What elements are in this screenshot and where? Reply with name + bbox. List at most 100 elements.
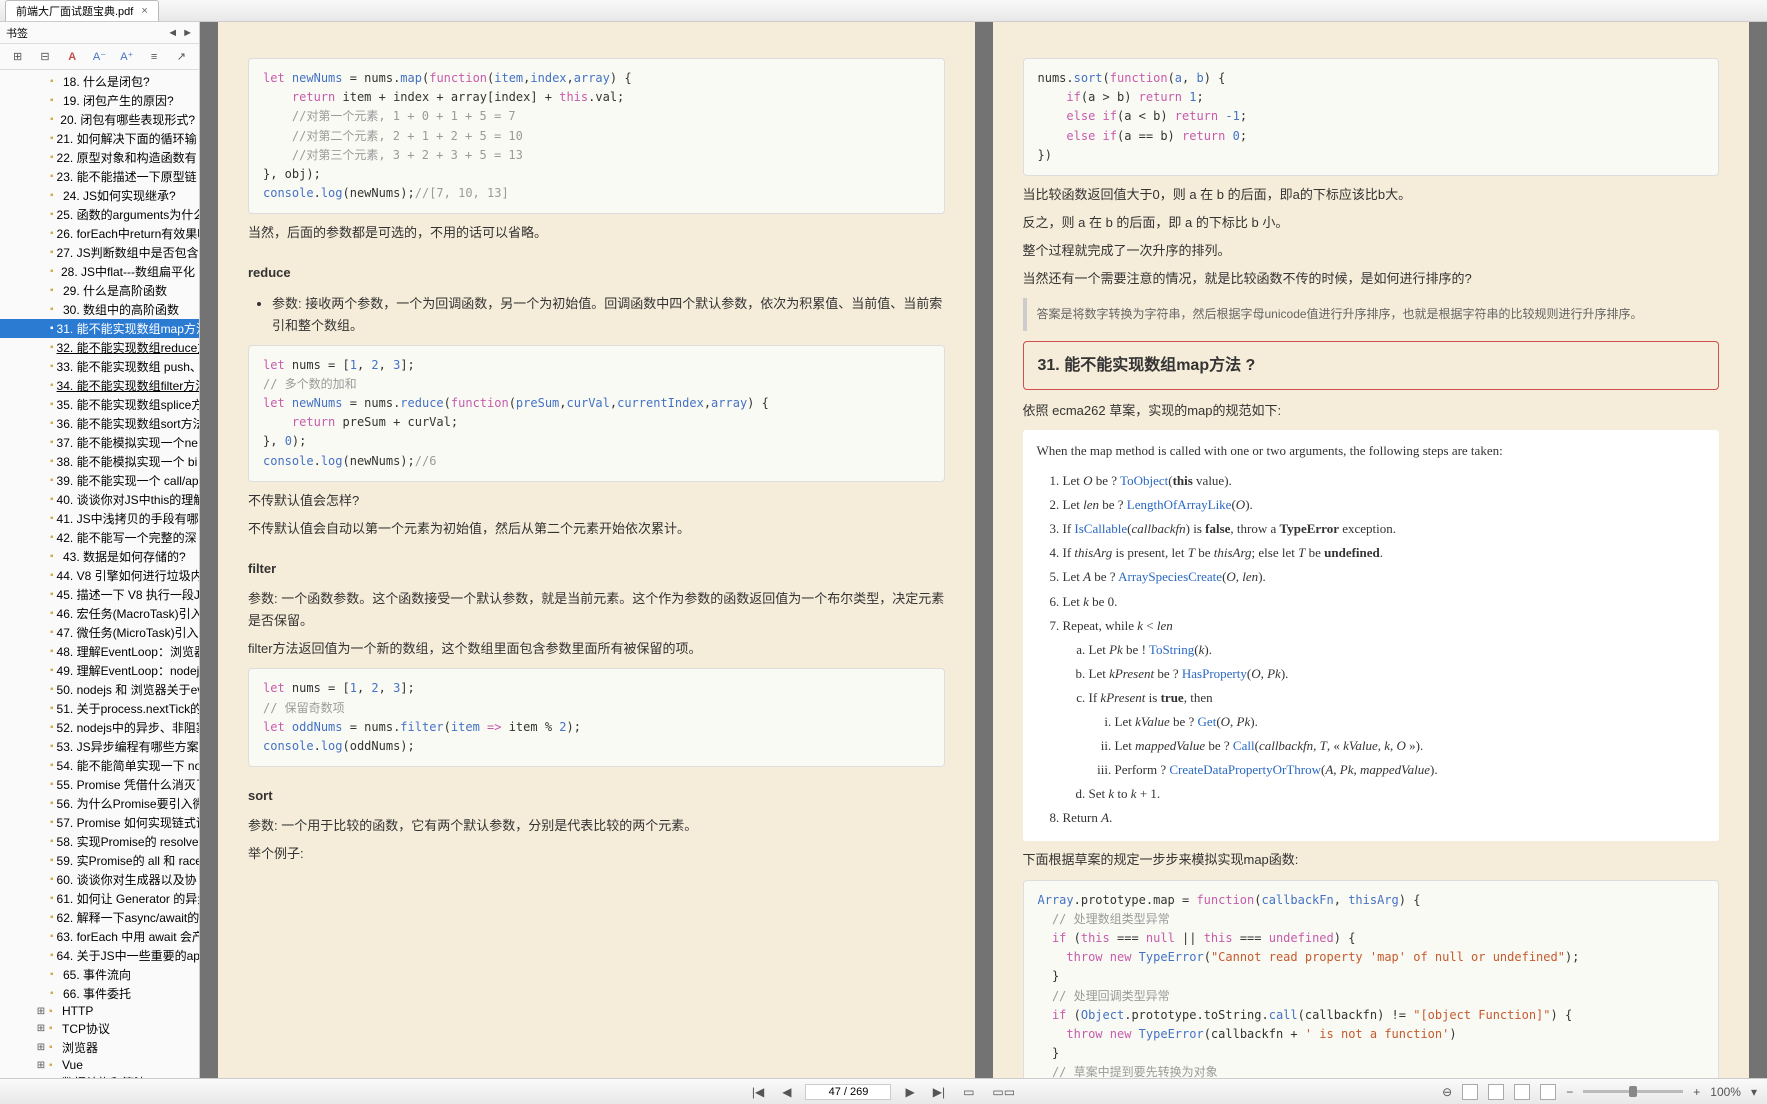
sidebar-toolbar: ⊞ ⊟ A A⁻ A⁺ ≡ ↗ <box>0 44 199 70</box>
text: 参数: 接收两个参数，一个为回调函数，另一个为初始值。回调函数中四个默认参数，依… <box>272 293 945 337</box>
bookmark-item[interactable]: ⊞▪Vue <box>0 1057 199 1073</box>
heading-filter: filter <box>248 558 945 580</box>
bookmark-item[interactable]: ▪50. nodejs 和 浏览器关于ev <box>0 680 199 699</box>
sidebar-title: 书签 <box>6 25 28 41</box>
bookmark-tree[interactable]: ▪18. 什么是闭包?▪19. 闭包产生的原因?▪20. 闭包有哪些表现形式?▪… <box>0 70 199 1078</box>
first-page-button[interactable]: |◀ <box>748 1083 768 1101</box>
bookmark-item[interactable]: ▪41. JS中浅拷贝的手段有哪 <box>0 509 199 528</box>
spec-head: When the map method is called with one o… <box>1037 440 1706 462</box>
view-mode-2-icon[interactable] <box>1488 1084 1504 1100</box>
close-icon[interactable]: × <box>141 5 147 17</box>
bookmark-item[interactable]: ▪65. 事件流向 <box>0 965 199 984</box>
bookmark-item[interactable]: ▪20. 闭包有哪些表现形式? <box>0 110 199 129</box>
bookmark-item[interactable]: ▪43. 数据是如何存储的? <box>0 547 199 566</box>
bookmark-item[interactable]: ▪47. 微任务(MicroTask)引入 <box>0 623 199 642</box>
text: 当然，后面的参数都是可选的，不用的话可以省略。 <box>248 222 945 244</box>
zoom-plus-icon[interactable]: + <box>1693 1085 1700 1099</box>
bookmark-item[interactable]: ▪53. JS异步编程有哪些方案 <box>0 737 199 756</box>
bookmark-item[interactable]: ▪31. 能不能实现数组map方法 <box>0 319 199 338</box>
bookmark-item[interactable]: ▪58. 实现Promise的 resolve、 <box>0 832 199 851</box>
chevron-left-icon[interactable]: ◄ <box>167 27 178 39</box>
bookmark-item[interactable]: ▪54. 能不能简单实现一下 no <box>0 756 199 775</box>
bookmark-item[interactable]: ▪64. 关于JS中一些重要的api <box>0 946 199 965</box>
document-tab[interactable]: 前端大厂面试题宝典.pdf × <box>5 0 159 21</box>
code-block-map-impl: Array.prototype.map = function(callbackF… <box>1023 880 1720 1078</box>
bookmark-item[interactable]: ▪26. forEach中return有效果吗 <box>0 224 199 243</box>
last-page-button[interactable]: ▶| <box>929 1083 949 1101</box>
page-input[interactable] <box>805 1084 891 1100</box>
chevron-right-icon[interactable]: ► <box>182 27 193 39</box>
bookmark-item[interactable]: ▪18. 什么是闭包? <box>0 72 199 91</box>
bookmark-item[interactable]: ▪34. 能不能实现数组filter方法 <box>0 376 199 395</box>
bookmark-item[interactable]: ▪29. 什么是高阶函数 <box>0 281 199 300</box>
bookmark-item[interactable]: ▪60. 谈谈你对生成器以及协 <box>0 870 199 889</box>
view-mode-3-icon[interactable] <box>1514 1084 1530 1100</box>
bookmark-item[interactable]: ▪44. V8 引擎如何进行垃圾内 <box>0 566 199 585</box>
bookmark-item[interactable]: ▪56. 为什么Promise要引入微 <box>0 794 199 813</box>
bookmark-item[interactable]: ▪49. 理解EventLoop：nodejs <box>0 661 199 680</box>
bookmark-item[interactable]: ▪28. JS中flat---数组扁平化 <box>0 262 199 281</box>
bookmark-item[interactable]: ▪45. 描述一下 V8 执行一段J <box>0 585 199 604</box>
bookmark-item[interactable]: ▪52. nodejs中的异步、非阻塞 <box>0 718 199 737</box>
bookmark-item[interactable]: ⊞▪HTTP <box>0 1003 199 1019</box>
code-block-sort: nums.sort(function(a, b) { if(a > b) ret… <box>1023 58 1720 176</box>
text: 当然还有一个需要注意的情况，就是比较函数不传的时候，是如何进行排序的? <box>1023 268 1720 290</box>
bookmark-item[interactable]: ▪66. 事件委托 <box>0 984 199 1003</box>
zoom-value: 100% <box>1710 1085 1741 1099</box>
bookmark-item[interactable]: ▪24. JS如何实现继承? <box>0 186 199 205</box>
font-small-icon[interactable]: A⁻ <box>88 47 110 67</box>
bookmark-item[interactable]: ▪30. 数组中的高阶函数 <box>0 300 199 319</box>
bookmark-item[interactable]: ▪61. 如何让 Generator 的异步 <box>0 889 199 908</box>
expand-icon[interactable]: ⊞ <box>7 47 29 67</box>
bookmark-item[interactable]: ▪36. 能不能实现数组sort方法 <box>0 414 199 433</box>
bookmark-item[interactable]: ▪59. 实Promise的 all 和 race <box>0 851 199 870</box>
bookmark-item[interactable]: ▪25. 函数的arguments为什么 <box>0 205 199 224</box>
bookmark-item[interactable]: ▪55. Promise 凭借什么消灭了 <box>0 775 199 794</box>
bookmark-item[interactable]: ▪39. 能不能实现一个 call/ap <box>0 471 199 490</box>
bookmark-item[interactable]: ▪22. 原型对象和构造函数有 <box>0 148 199 167</box>
bookmark-item[interactable]: ▪23. 能不能描述一下原型链 <box>0 167 199 186</box>
section-title: 31. 能不能实现数组map方法 ? <box>1038 352 1705 379</box>
bookmark-item[interactable]: ⊞▪TCP协议 <box>0 1019 199 1038</box>
bookmark-item[interactable]: ▪38. 能不能模拟实现一个 bi <box>0 452 199 471</box>
bookmark-item[interactable]: ⊞▪浏览器 <box>0 1038 199 1057</box>
document-viewport[interactable]: let newNums = nums.map(function(item,ind… <box>200 22 1767 1078</box>
section-title-box: 31. 能不能实现数组map方法 ? <box>1023 341 1720 390</box>
bookmark-item[interactable]: ▪19. 闭包产生的原因? <box>0 91 199 110</box>
bookmark-item[interactable]: ▪46. 宏任务(MacroTask)引入 <box>0 604 199 623</box>
bookmark-item[interactable]: ▪27. JS判断数组中是否包含 <box>0 243 199 262</box>
zoom-out-icon[interactable]: ⊖ <box>1442 1085 1452 1099</box>
layout-double-icon[interactable]: ▭▭ <box>988 1083 1019 1101</box>
zoom-slider[interactable] <box>1583 1090 1683 1093</box>
collapse-icon[interactable]: ⊟ <box>34 47 56 67</box>
bookmark-item[interactable]: ▪57. Promise 如何实现链式调 <box>0 813 199 832</box>
bookmark-item[interactable]: ▪40. 谈谈你对JS中this的理解 <box>0 490 199 509</box>
font-normal-icon[interactable]: A <box>61 47 83 67</box>
bookmark-item[interactable]: ▪21. 如何解决下面的循环输 <box>0 129 199 148</box>
text: 反之，则 a 在 b 的后面，即 a 的下标比 b 小。 <box>1023 212 1720 234</box>
page-left: let newNums = nums.map(function(item,ind… <box>218 22 975 1078</box>
view-mode-4-icon[interactable] <box>1540 1084 1556 1100</box>
font-large-icon[interactable]: A⁺ <box>116 47 138 67</box>
zoom-dropdown-icon[interactable]: ▾ <box>1751 1085 1757 1099</box>
prev-page-button[interactable]: ◀ <box>778 1083 795 1101</box>
bookmark-item[interactable]: ▪37. 能不能模拟实现一个ne <box>0 433 199 452</box>
code-block-map: let newNums = nums.map(function(item,ind… <box>248 58 945 214</box>
layout-single-icon[interactable]: ▭ <box>959 1083 978 1101</box>
code-block-filter: let nums = [1, 2, 3]; // 保留奇数项 let oddNu… <box>248 668 945 767</box>
zoom-minus-icon[interactable]: − <box>1566 1085 1573 1099</box>
bookmark-item[interactable]: ▪42. 能不能写一个完整的深 <box>0 528 199 547</box>
bookmark-item[interactable]: ▪35. 能不能实现数组splice方 <box>0 395 199 414</box>
bookmark-item[interactable]: ▪32. 能不能实现数组reduce方 <box>0 338 199 357</box>
text: 整个过程就完成了一次升序的排列。 <box>1023 240 1720 262</box>
bookmark-item[interactable]: ▪51. 关于process.nextTick的一 <box>0 699 199 718</box>
bookmark-item[interactable]: ▪33. 能不能实现数组 push、 <box>0 357 199 376</box>
next-page-button[interactable]: ▶ <box>901 1083 918 1101</box>
list-icon[interactable]: ≡ <box>143 47 165 67</box>
bookmark-item[interactable]: ▪63. forEach 中用 await 会产生 <box>0 927 199 946</box>
bookmark-item[interactable]: ▪62. 解释一下async/await的 <box>0 908 199 927</box>
tab-title: 前端大厂面试题宝典.pdf <box>16 3 133 19</box>
bookmark-item[interactable]: ▪48. 理解EventLoop：浏览器 <box>0 642 199 661</box>
view-mode-1-icon[interactable] <box>1462 1084 1478 1100</box>
arrow-icon[interactable]: ↗ <box>170 47 192 67</box>
